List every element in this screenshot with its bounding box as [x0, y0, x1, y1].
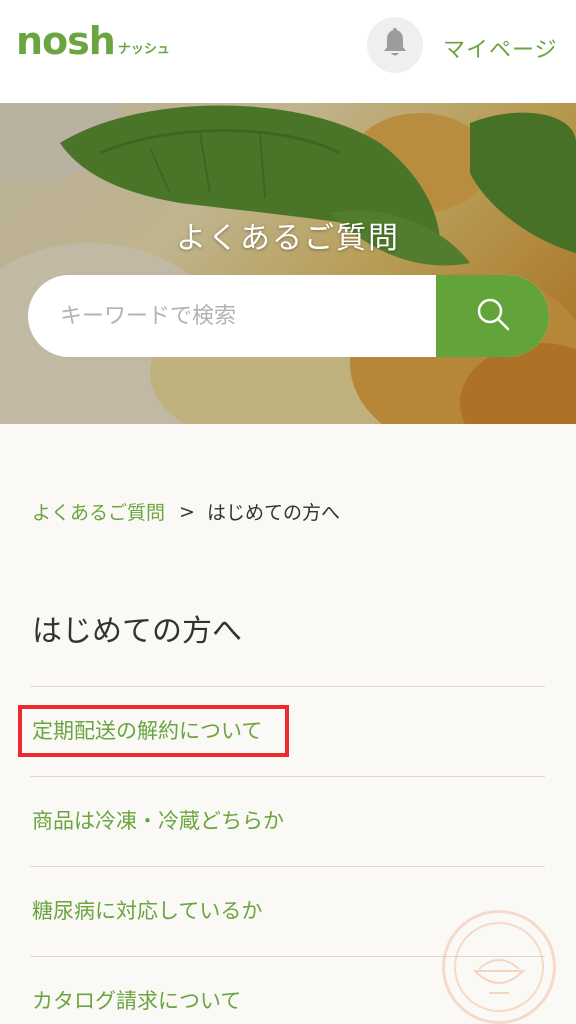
logo-wordmark: nosh: [16, 19, 116, 63]
search-icon: [475, 296, 511, 336]
nosh-logo[interactable]: nosh ナッシュ: [16, 22, 170, 60]
hero-overlay: [0, 103, 576, 424]
faq-item-label[interactable]: 糖尿病に対応しているか: [32, 895, 262, 925]
hero-banner: よくあるご質問: [0, 103, 576, 424]
breadcrumb-faq-link[interactable]: よくあるご質問: [32, 498, 165, 525]
bowl-stamp-icon: [442, 910, 556, 1024]
notification-button[interactable]: [367, 17, 423, 73]
faq-item-label[interactable]: カタログ請求について: [32, 985, 241, 1015]
highlight-box: [18, 705, 289, 757]
breadcrumb-current: はじめての方へ: [206, 502, 340, 524]
breadcrumb: よくあるご質問 > はじめての方へ: [32, 498, 340, 525]
faq-item-label[interactable]: 商品は冷凍・冷蔵どちらか: [32, 805, 284, 835]
faq-item-frozen-or-chilled[interactable]: 商品は冷凍・冷蔵どちらか: [30, 776, 545, 866]
search-button[interactable]: [436, 275, 549, 357]
hero-title: よくあるご質問: [176, 221, 400, 256]
bell-icon: [381, 28, 409, 62]
logo-katakana: ナッシュ: [117, 42, 170, 57]
app-header: nosh ナッシュ マイページ: [0, 0, 576, 103]
mypage-link[interactable]: マイページ: [443, 32, 558, 64]
page-title: はじめての方へ: [32, 614, 242, 649]
search-bar: [28, 275, 549, 357]
search-input[interactable]: [28, 275, 436, 357]
breadcrumb-separator: >: [179, 500, 195, 523]
